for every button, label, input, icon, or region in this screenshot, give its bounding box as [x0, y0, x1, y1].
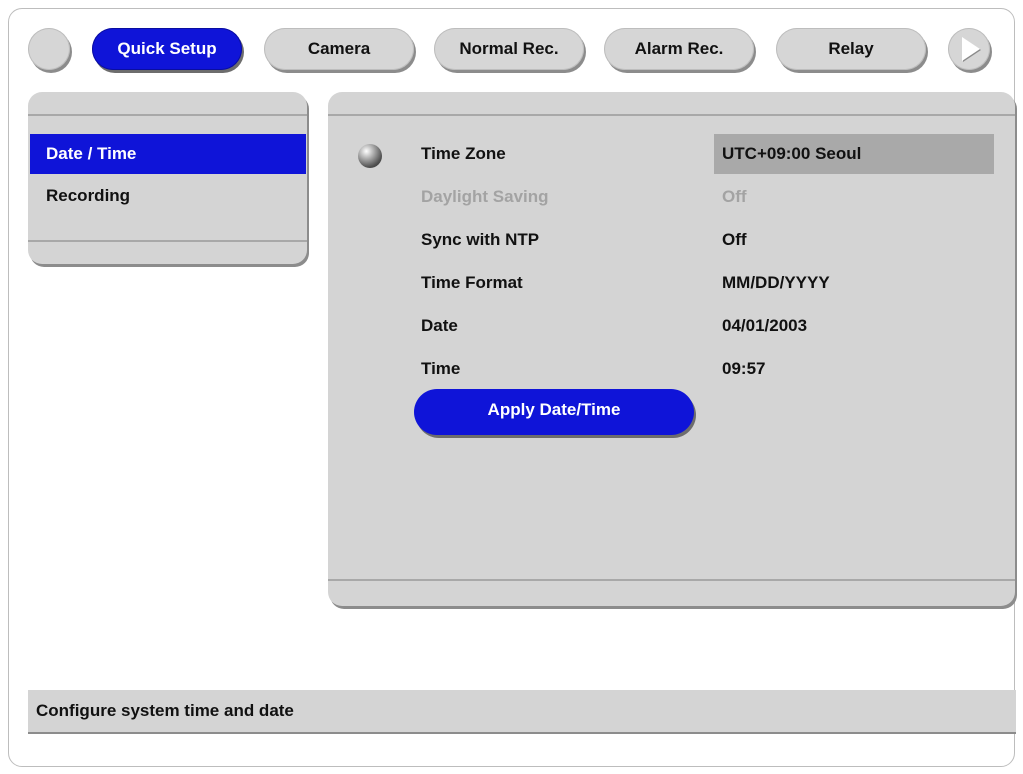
- setting-row-time-zone: Time Zone UTC+09:00 Seoul: [328, 134, 1015, 174]
- time-zone-value[interactable]: UTC+09:00 Seoul: [714, 134, 994, 174]
- tab-camera[interactable]: Camera: [264, 28, 414, 70]
- sync-ntp-value[interactable]: Off: [714, 220, 994, 260]
- setting-label: Daylight Saving: [421, 187, 549, 206]
- date-value[interactable]: 04/01/2003: [714, 306, 994, 346]
- setting-row-time-format: Time Format MM/DD/YYYY: [328, 263, 1015, 303]
- status-bar: Configure system time and date: [28, 690, 1016, 734]
- setting-row-date: Date 04/01/2003: [328, 306, 1015, 346]
- tab-relay[interactable]: Relay: [776, 28, 926, 70]
- sidebar-item-date-time[interactable]: Date / Time: [30, 134, 306, 174]
- divider: [28, 240, 307, 242]
- setting-label: Time: [421, 359, 461, 378]
- time-format-value[interactable]: MM/DD/YYYY: [714, 263, 994, 303]
- setting-label: Sync with NTP: [421, 230, 540, 249]
- time-value[interactable]: 09:57: [714, 349, 994, 389]
- divider: [328, 579, 1015, 581]
- setting-row-time: Time 09:57: [328, 349, 1015, 389]
- status-text: Configure system time and date: [36, 701, 294, 720]
- arrow-right-icon: [962, 37, 980, 61]
- setting-row-daylight-saving: Daylight Saving Off: [328, 177, 1015, 217]
- setting-row-sync-ntp: Sync with NTP Off: [328, 220, 1015, 260]
- setting-label: Time Format: [421, 273, 523, 292]
- divider: [328, 114, 1015, 116]
- circle-button-icon[interactable]: [28, 28, 70, 70]
- tab-alarm-rec[interactable]: Alarm Rec.: [604, 28, 754, 70]
- tab-quick-setup[interactable]: Quick Setup: [92, 28, 242, 70]
- tab-normal-rec[interactable]: Normal Rec.: [434, 28, 584, 70]
- settings-panel: Time Zone UTC+09:00 Seoul Daylight Savin…: [328, 92, 1015, 606]
- daylight-saving-value: Off: [722, 187, 747, 206]
- setting-label: Time Zone: [421, 144, 506, 163]
- sidebar-item-recording[interactable]: Recording: [30, 176, 306, 216]
- apply-date-time-button[interactable]: Apply Date/Time: [414, 389, 694, 435]
- setting-label: Date: [421, 316, 458, 335]
- divider: [28, 114, 307, 116]
- play-arrow-icon[interactable]: [948, 28, 990, 70]
- sidebar: Date / Time Recording: [28, 92, 307, 264]
